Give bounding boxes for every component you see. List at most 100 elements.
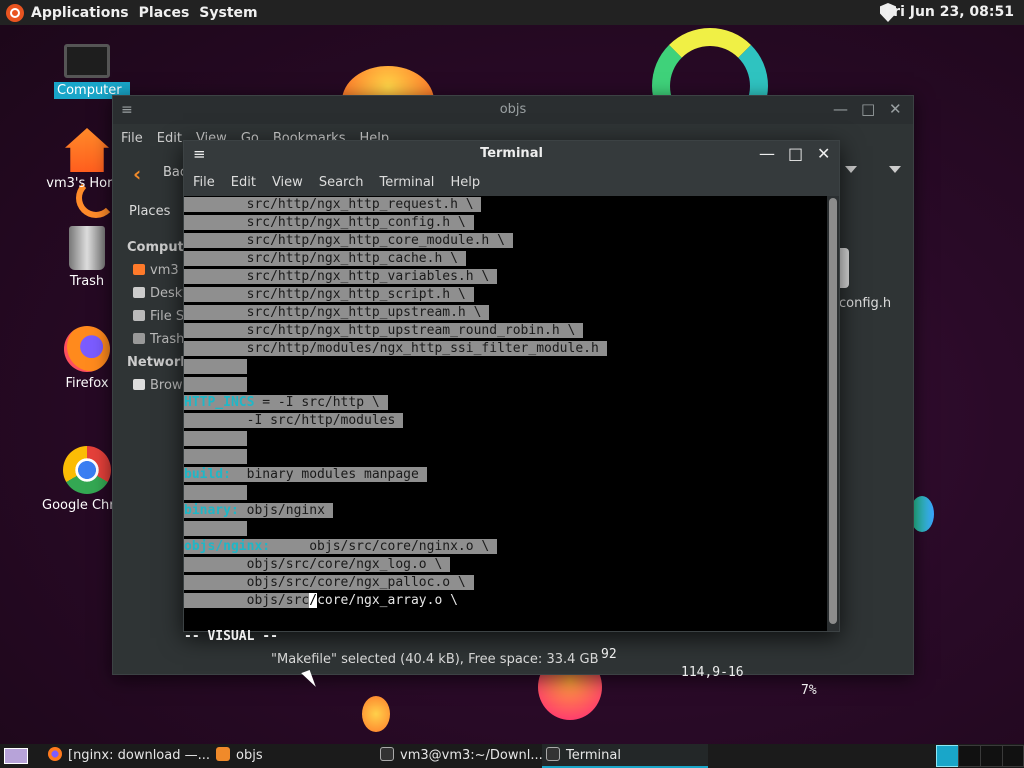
workspace-4[interactable] — [1002, 745, 1024, 767]
terminal-line: -I src/http/modules — [184, 413, 404, 428]
chrome-icon — [63, 446, 111, 494]
sidebar-item-label: vm3 — [150, 263, 179, 278]
workspace-3[interactable] — [980, 745, 1004, 767]
vim-cursor-position: 114,9-16 — [681, 665, 744, 680]
show-desktop-icon[interactable] — [4, 748, 28, 764]
folder-icon — [216, 747, 230, 761]
desktop-icon-computer[interactable]: Computer — [42, 44, 132, 99]
task-vm3-terminal[interactable]: vm3@vm3:~/Downl... — [376, 744, 544, 768]
terminal-icon — [546, 747, 560, 761]
terminal-titlebar[interactable]: ≡ Terminal — □ ✕ — [184, 141, 839, 169]
back-arrow-icon[interactable]: ‹ — [133, 162, 141, 186]
terminal-line — [184, 430, 827, 448]
clock[interactable]: Fri Jun 23, 08:51 — [885, 4, 1015, 20]
menu-file[interactable]: File — [193, 175, 215, 190]
terminal-line: objs/nginx: objs/src/core/nginx.o \ — [184, 539, 498, 554]
window-title: Terminal — [480, 146, 543, 161]
terminal-line: src/http/ngx_http_request.h \ — [184, 197, 482, 212]
sidebar-item-desktop[interactable]: Desktop — [133, 286, 185, 301]
terminal-line — [184, 358, 827, 376]
menu-system[interactable]: System — [199, 5, 257, 21]
terminal-line: src/http/ngx_http_cache.h \ — [184, 251, 466, 266]
terminal-line: src/http/ngx_http_upstream.h \ — [184, 305, 490, 320]
top-panel: Applications Places System Fri Jun 23, 0… — [0, 0, 1024, 25]
terminal-line: src/http/ngx_http_config.h \ — [184, 215, 474, 230]
terminal-line — [184, 448, 827, 466]
menu-file[interactable]: File — [121, 131, 143, 146]
menu-help[interactable]: Help — [450, 175, 480, 190]
terminal-line: src/http/ngx_http_script.h \ — [184, 287, 474, 302]
sidebar-section-network: Network — [127, 355, 189, 370]
terminal-text-area[interactable]: src/http/ngx_http_request.h \ src/http/n… — [184, 196, 827, 698]
sidebar-item-vm3[interactable]: vm3 — [133, 263, 185, 278]
minimize-button[interactable]: — — [833, 100, 848, 118]
status-bar-text: "Makefile" selected (40.4 kB), Free spac… — [271, 652, 599, 667]
desktop-icon — [133, 287, 145, 298]
sidebar-item-label: Browse Network — [150, 378, 185, 393]
terminal-line: src/http/ngx_http_upstream_round_robin.h… — [184, 323, 584, 338]
sidebar-item-trash[interactable]: Trash — [133, 332, 185, 347]
home-folder-icon — [133, 264, 145, 275]
terminal-line — [184, 484, 827, 502]
trash-icon — [69, 226, 105, 270]
sidebar-item-label: Trash — [150, 332, 185, 347]
task-terminal[interactable]: Terminal — [542, 744, 708, 768]
maximize-button[interactable]: □ — [788, 144, 803, 163]
terminal-window: ≡ Terminal — □ ✕ File Edit View Search T… — [183, 140, 840, 698]
sidebar-places-selector[interactable]: Places — [129, 204, 170, 219]
menu-view[interactable]: View — [272, 175, 303, 190]
terminal-line: objs/src/core/ngx_array.o \ — [184, 593, 458, 608]
sidebar-item-label: File System — [150, 309, 185, 324]
firefox-icon — [64, 326, 110, 372]
scrollbar-thumb[interactable] — [829, 198, 837, 624]
terminal-line: src/http/ngx_http_core_module.h \ — [184, 233, 513, 248]
file-item-label[interactable]: config.h — [839, 296, 891, 311]
task-label: Terminal — [566, 748, 621, 763]
vim-selection-count: 92 — [601, 647, 617, 662]
network-icon — [133, 379, 145, 390]
file-manager-titlebar[interactable]: ≡ objs — □ ✕ — [113, 96, 913, 124]
terminal-line: binary: objs/nginx — [184, 503, 333, 518]
terminal-line: src/http/modules/ngx_http_ssi_filter_mod… — [184, 341, 607, 356]
chevron-down-icon[interactable] — [845, 166, 857, 173]
menu-terminal[interactable]: Terminal — [379, 175, 434, 190]
task-label: vm3@vm3:~/Downl... — [400, 748, 543, 763]
terminal-line — [184, 520, 827, 538]
vim-mode-indicator: -- VISUAL -- — [184, 629, 278, 644]
wallpaper-orange-shape — [362, 696, 390, 732]
menu-edit[interactable]: Edit — [231, 175, 256, 190]
sidebar-item-browse-network[interactable]: Browse Network — [133, 378, 185, 393]
terminal-line: build: binary modules manpage — [184, 467, 427, 482]
terminal-scrollbar[interactable] — [827, 196, 839, 631]
minimize-button[interactable]: — — [759, 144, 775, 163]
menu-edit[interactable]: Edit — [157, 131, 182, 146]
trash-icon — [133, 333, 145, 344]
terminal-line: objs/src/core/ngx_log.o \ — [184, 557, 451, 572]
task-label: [nginx: download —... — [68, 748, 211, 763]
vim-scroll-percent: 7% — [801, 683, 817, 698]
chevron-down-icon[interactable] — [889, 166, 901, 173]
close-button[interactable]: ✕ — [817, 144, 830, 163]
drive-icon — [133, 310, 145, 321]
home-folder-icon — [65, 128, 109, 172]
menu-search[interactable]: Search — [319, 175, 364, 190]
terminal-icon — [380, 747, 394, 761]
terminal-line — [184, 376, 827, 394]
firefox-icon — [48, 747, 62, 761]
menu-places[interactable]: Places — [139, 5, 190, 21]
sidebar-item-file-system[interactable]: File System — [133, 309, 185, 324]
menu-applications[interactable]: Applications — [31, 5, 129, 21]
close-button[interactable]: ✕ — [889, 100, 902, 118]
monitor-icon — [64, 44, 110, 78]
terminal-line: src/http/ngx_http_variables.h \ — [184, 269, 498, 284]
terminal-line: objs/src/core/ngx_palloc.o \ — [184, 575, 474, 590]
ubuntu-logo-icon[interactable] — [6, 3, 24, 22]
workspace-1[interactable] — [936, 745, 960, 767]
workspace-2[interactable] — [958, 745, 982, 767]
window-title: objs — [499, 102, 527, 117]
task-firefox[interactable]: [nginx: download —... — [44, 744, 212, 768]
task-label: objs — [236, 748, 263, 763]
task-file-manager[interactable]: objs — [212, 744, 376, 768]
vim-status-line: -- VISUAL -- 92 114,9-16 7% — [184, 610, 827, 698]
maximize-button[interactable]: □ — [861, 100, 875, 118]
